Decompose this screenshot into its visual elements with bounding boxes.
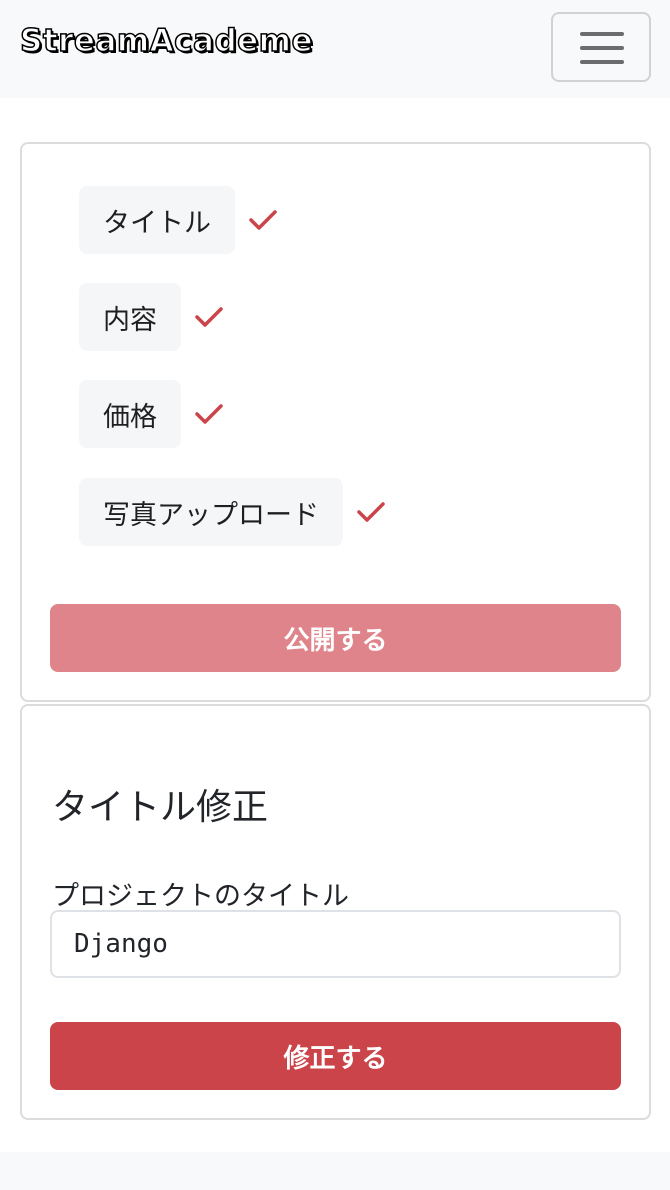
publish-button[interactable]: 公開する bbox=[50, 604, 621, 672]
check-icon bbox=[195, 404, 223, 424]
section-title: タイトル修正 bbox=[52, 787, 269, 828]
update-button[interactable]: 修正する bbox=[50, 1022, 621, 1090]
navbar: StreamAcademe bbox=[0, 0, 670, 98]
checklist-item-label: 価格 bbox=[79, 380, 181, 448]
checklist-item-content: 内容 bbox=[79, 283, 225, 351]
checklist-item-title: タイトル bbox=[79, 186, 279, 254]
edit-title-card: タイトル修正 プロジェクトのタイトル 修正する bbox=[20, 704, 651, 1120]
checklist-item-label: 写真アップロード bbox=[79, 478, 343, 546]
check-icon bbox=[195, 307, 223, 327]
checklist-item-price: 価格 bbox=[79, 380, 225, 448]
brand-logo[interactable]: StreamAcademe bbox=[19, 25, 313, 58]
checklist-item-photo-upload: 写真アップロード bbox=[79, 478, 387, 546]
check-icon bbox=[357, 502, 385, 522]
navbar-toggler-button[interactable] bbox=[551, 12, 651, 82]
check-icon bbox=[249, 210, 277, 230]
main-content: タイトル 内容 価格 写真アップロード 公開する タイトル修正 プロジェクトのタ… bbox=[0, 98, 670, 1152]
checklist-item-label: タイトル bbox=[79, 186, 235, 254]
checklist-item-label: 内容 bbox=[79, 283, 181, 351]
project-title-label: プロジェクトのタイトル bbox=[52, 881, 349, 912]
publish-checklist-card: タイトル 内容 価格 写真アップロード 公開する bbox=[20, 142, 651, 702]
project-title-input[interactable] bbox=[50, 910, 621, 978]
